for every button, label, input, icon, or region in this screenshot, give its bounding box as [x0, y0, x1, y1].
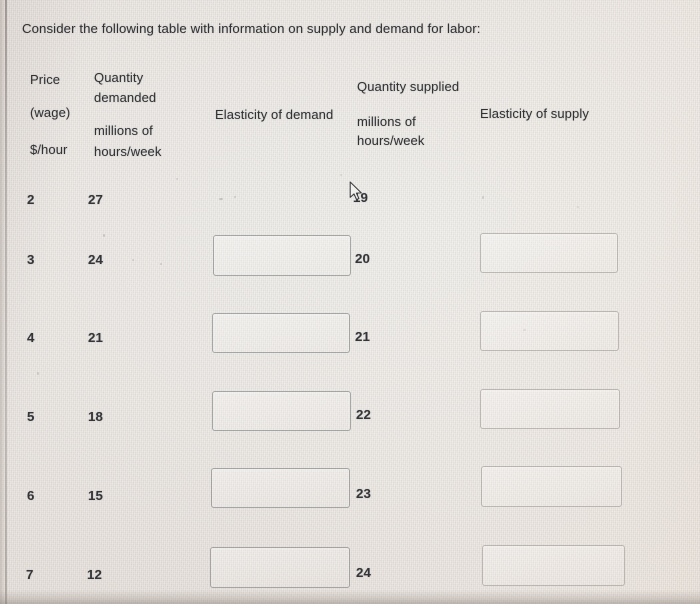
scanned-worksheet-page: Consider the following table with inform…: [0, 0, 700, 604]
cell-price: 2: [27, 192, 35, 207]
header-elasticity-of-demand: Elasticity of demand: [215, 107, 334, 122]
cell-price: 5: [27, 409, 35, 424]
elasticity-of-demand-input[interactable]: [211, 468, 350, 508]
cell-quantity-demanded: 27: [88, 192, 103, 207]
dust-speck: [482, 196, 484, 199]
cell-quantity-supplied: 19: [353, 190, 368, 205]
elasticity-of-demand-input[interactable]: [210, 547, 350, 588]
dust-speck: [132, 259, 134, 261]
header-quantity-demanded-line1: Quantity: [94, 70, 144, 85]
elasticity-of-demand-input[interactable]: [212, 313, 350, 353]
cell-quantity-demanded: 24: [88, 252, 103, 267]
elasticity-of-demand-input[interactable]: [213, 235, 351, 276]
cell-quantity-supplied: 24: [356, 565, 371, 580]
cell-price: 6: [27, 488, 35, 503]
dust-speck: [523, 329, 526, 331]
header-quantity-supplied-line1: Quantity supplied: [357, 79, 460, 94]
header-quantity-demanded-line4: hours/week: [94, 144, 162, 159]
cell-quantity-supplied: 23: [356, 486, 371, 501]
cell-price: 3: [27, 252, 35, 267]
elasticity-of-demand-input[interactable]: [212, 391, 351, 431]
cell-quantity-demanded: 12: [87, 567, 102, 582]
header-quantity-supplied-line2: millions of: [357, 114, 416, 129]
header-quantity-supplied-line3: hours/week: [357, 133, 425, 148]
dust-speck: [234, 196, 236, 198]
header-price-line3: $/hour: [30, 142, 68, 157]
cell-price: 4: [27, 330, 35, 345]
dust-speck: [103, 234, 105, 237]
dust-speck: [577, 206, 579, 208]
cell-price: 7: [26, 567, 34, 582]
cell-quantity-supplied: 20: [355, 251, 370, 266]
dust-speck: [160, 263, 162, 265]
photo-bottom-shadow: [0, 590, 700, 604]
dust-speck: [219, 198, 223, 200]
dust-speck: [37, 372, 39, 375]
question-prompt: Consider the following table with inform…: [22, 21, 481, 36]
elasticity-of-supply-input[interactable]: [480, 233, 618, 273]
cell-quantity-demanded: 21: [88, 330, 103, 345]
dust-speck: [340, 174, 342, 176]
header-elasticity-of-supply: Elasticity of supply: [480, 106, 589, 121]
header-quantity-demanded-line2: demanded: [94, 90, 157, 105]
cell-quantity-demanded: 18: [88, 409, 103, 424]
worksheet-content: Consider the following table with inform…: [0, 0, 700, 604]
elasticity-of-supply-input[interactable]: [480, 311, 619, 351]
header-price-line2: (wage): [30, 105, 71, 120]
cell-quantity-supplied: 22: [356, 407, 371, 422]
header-quantity-demanded-line3: millions of: [94, 123, 153, 138]
elasticity-of-supply-input[interactable]: [482, 545, 625, 586]
cell-quantity-demanded: 15: [88, 488, 103, 503]
elasticity-of-supply-input[interactable]: [481, 466, 622, 507]
header-price-line1: Price: [30, 72, 61, 87]
cell-quantity-supplied: 21: [355, 329, 370, 344]
elasticity-of-supply-input[interactable]: [480, 389, 620, 429]
dust-speck: [176, 178, 178, 180]
